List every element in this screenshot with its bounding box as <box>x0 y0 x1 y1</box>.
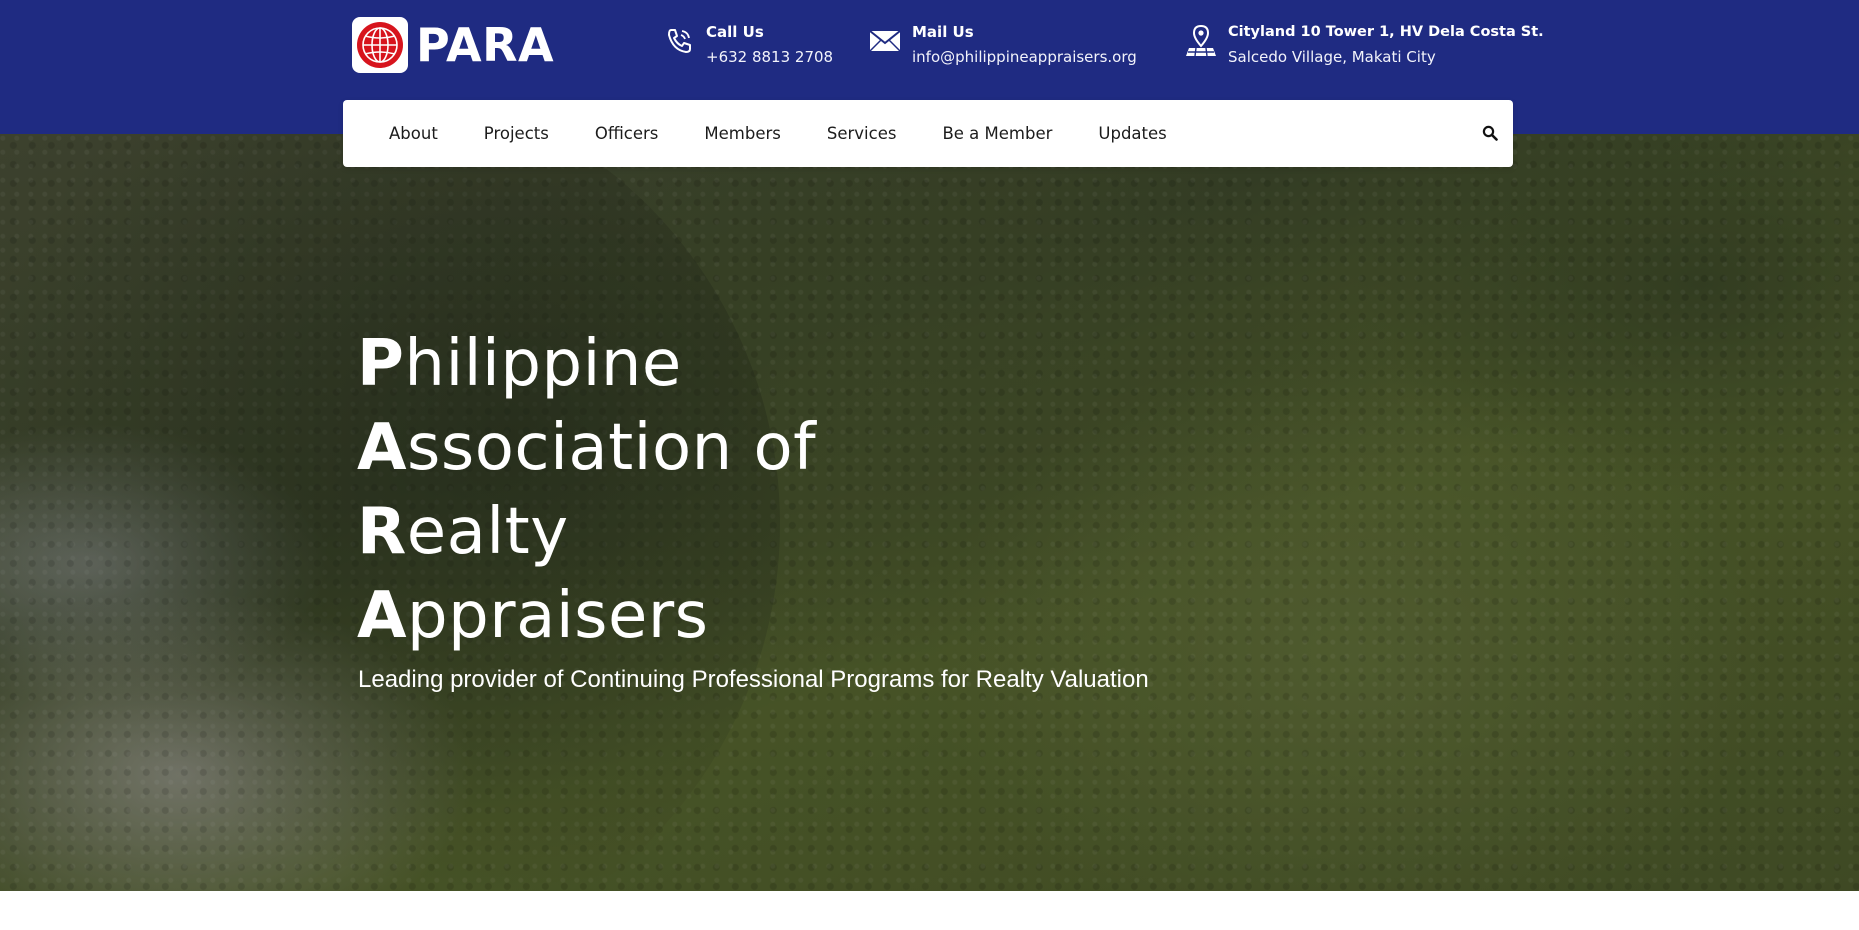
nav-item-updates[interactable]: Updates <box>1098 124 1166 143</box>
nav-item-services[interactable]: Services <box>827 124 897 143</box>
search-icon[interactable] <box>1477 120 1503 146</box>
hero-title-initial: A <box>357 411 408 485</box>
hero-title-initial: A <box>357 579 408 653</box>
hero-overlay <box>0 134 1859 891</box>
hero-title-initial: P <box>357 327 405 401</box>
envelope-icon <box>868 24 902 58</box>
site-logo[interactable]: PARA <box>352 17 554 73</box>
hero-background-image <box>0 134 1859 891</box>
contact-address: Cityland 10 Tower 1, HV Dela Costa St. S… <box>1184 22 1544 67</box>
contact-call-value[interactable]: +632 8813 2708 <box>706 47 833 67</box>
hero-title-line: Association of <box>357 406 816 490</box>
contact-address-value: Salcedo Village, Makati City <box>1228 48 1436 66</box>
nav-item-members[interactable]: Members <box>704 124 780 143</box>
nav-item-projects[interactable]: Projects <box>484 124 549 143</box>
brand-name: PARA <box>416 18 555 72</box>
hero-title-line: Philippine <box>357 322 816 406</box>
nav-menu: About Projects Officers Members Services… <box>389 100 1213 167</box>
contact-call-title: Call Us <box>706 23 764 41</box>
hero-subtitle: Leading provider of Continuing Professio… <box>358 666 1149 693</box>
map-pin-icon <box>1184 24 1218 58</box>
nav-item-officers[interactable]: Officers <box>595 124 659 143</box>
contact-address-title: Cityland 10 Tower 1, HV Dela Costa St. <box>1228 24 1544 40</box>
phone-icon <box>662 24 696 58</box>
hero-title-line: Realty <box>357 490 816 574</box>
contact-mail: Mail Us info@philippineappraisers.org <box>868 22 1137 67</box>
hero-title-rest: ealty <box>406 495 569 569</box>
contact-mail-value[interactable]: info@philippineappraisers.org <box>912 47 1137 67</box>
hero-title-rest: ppraisers <box>407 579 709 653</box>
hero-title-rest: ssociation of <box>407 411 817 485</box>
hero-title-initial: R <box>357 495 407 569</box>
hero-title-rest: hilippine <box>404 327 682 401</box>
hero-title: Philippine Association of Realty Apprais… <box>357 322 816 658</box>
nav-item-about[interactable]: About <box>389 124 438 143</box>
contact-mail-title: Mail Us <box>912 23 974 41</box>
contact-call: Call Us +632 8813 2708 <box>662 22 833 67</box>
hero-title-line: Appraisers <box>357 574 816 658</box>
main-navigation: About Projects Officers Members Services… <box>343 100 1513 167</box>
globe-icon <box>352 17 408 73</box>
nav-item-be-a-member[interactable]: Be a Member <box>942 124 1052 143</box>
